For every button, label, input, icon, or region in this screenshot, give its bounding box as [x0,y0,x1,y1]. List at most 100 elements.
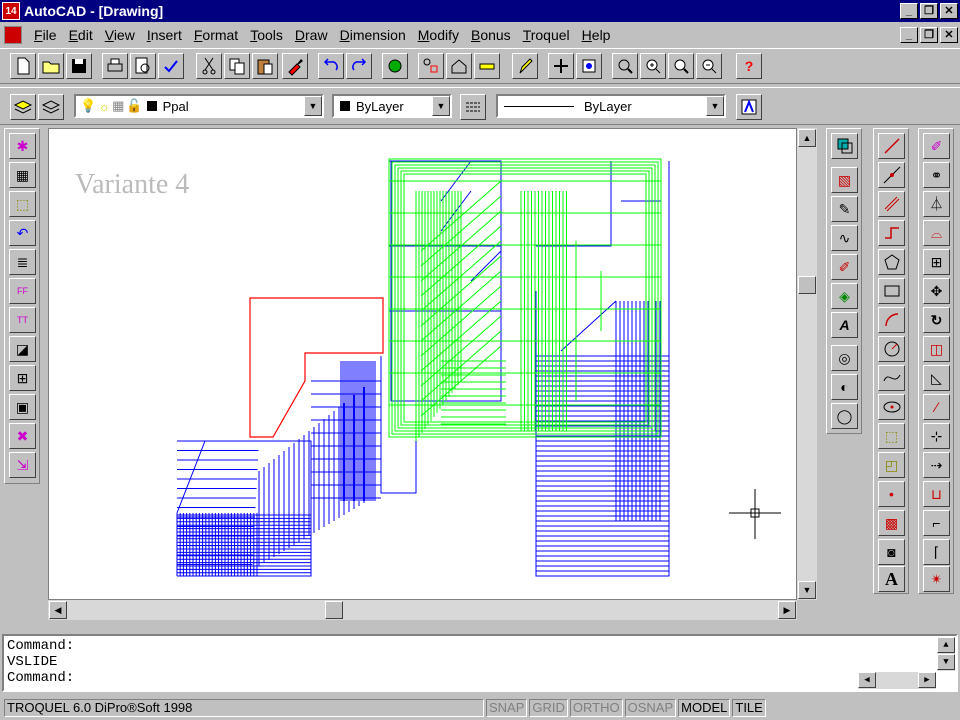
print-preview-button[interactable] [130,53,156,79]
doc-close-button[interactable]: ✕ [940,27,958,43]
linetype-combo[interactable]: ByLayer ▼ [496,94,726,118]
lengthen-button[interactable]: ⁄ [923,394,950,420]
text-button[interactable]: A [878,566,905,592]
zoom-in-button[interactable] [640,53,666,79]
menu-file[interactable]: File [28,27,63,43]
vertical-scrollbar[interactable]: ▲ ▼ [797,128,817,600]
layer-dropdown-arrow[interactable]: ▼ [304,96,322,116]
ellipse-button[interactable] [878,394,905,420]
ortho-toggle[interactable]: ORTHO [569,699,623,717]
edit-hatch-button[interactable]: ▧ [831,167,858,193]
copy-button[interactable] [224,53,250,79]
launch-browser-button[interactable] [382,53,408,79]
scroll-down-button[interactable]: ▼ [798,581,816,599]
break-button[interactable]: ⊔ [923,481,950,507]
tile-toggle[interactable]: TILE [732,699,766,717]
match-properties-button[interactable] [282,53,308,79]
zoom-window-button[interactable] [668,53,694,79]
menu-insert[interactable]: Insert [141,27,188,43]
circle-button[interactable] [878,336,905,362]
extend-button[interactable]: ⇢ [923,452,950,478]
osnap-toggle[interactable]: OSNAP [624,699,677,717]
spline-button[interactable] [878,365,905,391]
linetype-dropdown-arrow[interactable]: ▼ [706,96,724,116]
grid-toggle[interactable]: GRID [529,699,568,717]
drawing-area[interactable]: Variante 4 [48,128,797,600]
object-snap-button[interactable] [418,53,444,79]
line-button[interactable] [878,133,905,159]
scroll-up-button[interactable]: ▲ [798,129,816,147]
rectangle-button[interactable] [878,278,905,304]
explode-button-1[interactable]: ◎ [831,345,858,371]
open-button[interactable] [38,53,64,79]
arc-button[interactable] [878,307,905,333]
cut-button[interactable] [196,53,222,79]
insert-block-button[interactable]: ⬚ [878,423,905,449]
edit-spline-button[interactable]: ∿ [831,225,858,251]
menu-help[interactable]: Help [576,27,617,43]
explode-button-3[interactable]: ◯ [831,403,858,429]
help-button[interactable]: ? [736,53,762,79]
polyline-button[interactable] [878,220,905,246]
command-scroll-down[interactable]: ▼ [937,654,955,670]
properties-button[interactable] [736,94,762,120]
vertical-scroll-thumb[interactable] [798,276,816,294]
color-dropdown-arrow[interactable]: ▼ [432,96,450,116]
close-button[interactable]: ✕ [940,3,958,19]
layer-combo[interactable]: 💡 ☼ ▦ 🔓 Ppal ▼ [74,94,324,118]
inquiry-button[interactable] [474,53,500,79]
rotate-button[interactable]: ↻ [923,307,950,333]
menu-troquel[interactable]: Troquel [517,27,576,43]
command-window[interactable]: Command: VSLIDE Command: ▲ ▼ ◀ ▶ [2,634,958,692]
hatch-button[interactable]: ▩ [878,510,905,536]
troquel-tool-4[interactable]: ↶ [9,220,36,246]
edit-attribute-button[interactable]: ◈ [831,283,858,309]
erase-button[interactable]: ✐ [923,133,950,159]
print-button[interactable] [102,53,128,79]
menu-tools[interactable]: Tools [244,27,289,43]
chamfer-button[interactable]: ⌐ [923,510,950,536]
layers-button[interactable] [10,94,36,120]
command-scroll-up[interactable]: ▲ [937,637,955,653]
stretch-button[interactable]: ◺ [923,365,950,391]
snap-toggle[interactable]: SNAP [486,699,528,717]
redo-button[interactable] [346,53,372,79]
linetype-button[interactable] [460,94,486,120]
troquel-tool-7[interactable]: TT [9,307,36,333]
troquel-tool-1[interactable]: ✱ [9,133,36,159]
new-button[interactable] [10,53,36,79]
menu-modify[interactable]: Modify [412,27,465,43]
menu-edit[interactable]: Edit [63,27,99,43]
aerial-view-button[interactable] [576,53,602,79]
menu-draw[interactable]: Draw [289,27,334,43]
region-button[interactable]: ◙ [878,539,905,565]
zoom-realtime-button[interactable] [612,53,638,79]
command-scroll-right[interactable]: ▶ [918,672,936,688]
troquel-tool-2[interactable]: ▦ [9,162,36,188]
fillet-button[interactable]: ⌈ [923,539,950,565]
draw-order-button[interactable] [831,133,858,159]
edit-polyline-button[interactable]: ✎ [831,196,858,222]
app-icon[interactable]: 14 [2,2,20,20]
horizontal-scroll-thumb[interactable] [325,601,343,619]
scale-button[interactable]: ◫ [923,336,950,362]
color-combo[interactable]: ByLayer ▼ [332,94,452,118]
offset-button[interactable]: ⌓ [923,220,950,246]
troquel-tool-12[interactable]: ⇲ [9,452,36,478]
doc-minimize-button[interactable]: _ [900,27,918,43]
spelling-button[interactable] [158,53,184,79]
model-toggle[interactable]: MODEL [678,699,731,717]
troquel-tool-3[interactable]: ⬚ [9,191,36,217]
make-block-button[interactable]: ◰ [878,452,905,478]
trim-button[interactable]: ⊹ [923,423,950,449]
horizontal-scrollbar[interactable]: ◀ ▶ [48,600,797,620]
menu-format[interactable]: Format [188,27,244,43]
paste-button[interactable] [252,53,278,79]
menu-bonus[interactable]: Bonus [465,27,517,43]
troquel-tool-10[interactable]: ▣ [9,394,36,420]
point-button[interactable]: • [878,481,905,507]
pan-button[interactable] [548,53,574,79]
redraw-button[interactable] [512,53,538,79]
edit-mline-button[interactable]: ✐ [831,254,858,280]
menu-dimension[interactable]: Dimension [334,27,412,43]
